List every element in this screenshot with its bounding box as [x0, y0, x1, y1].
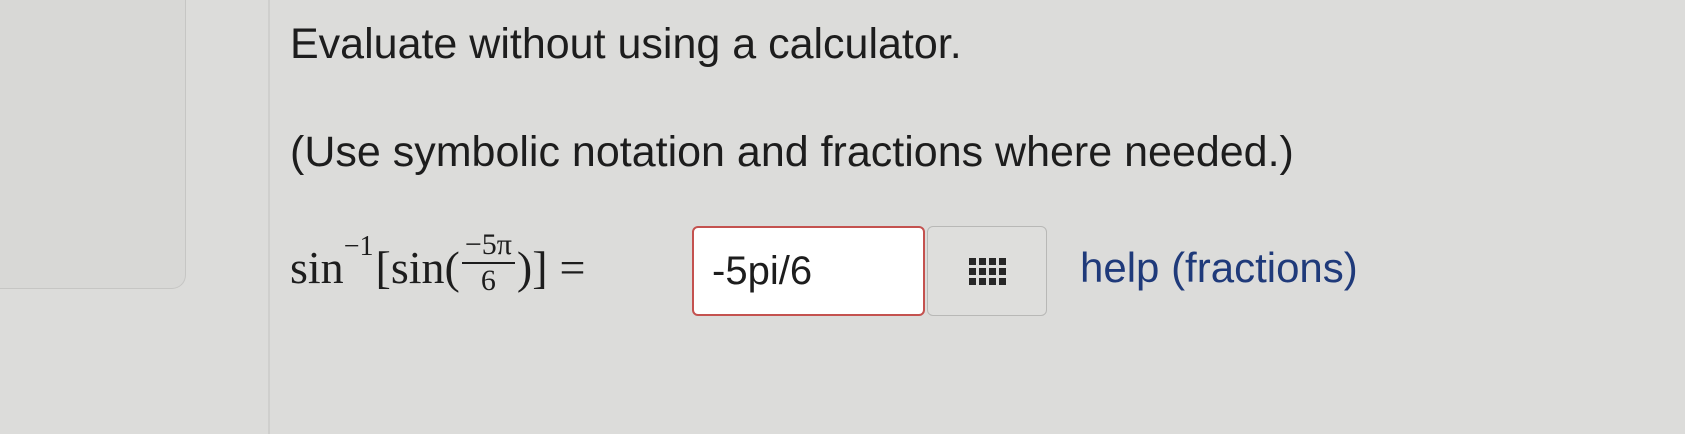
answer-input[interactable] — [692, 226, 925, 316]
open-bracket: [ — [375, 241, 391, 293]
left-sidebar-panel — [0, 0, 186, 289]
fraction-numerator: −5π — [461, 228, 515, 264]
hint-text: (Use symbolic notation and fractions whe… — [290, 128, 1294, 176]
fraction-denominator: 6 — [480, 264, 496, 297]
help-fractions-link[interactable]: help (fractions) — [1080, 244, 1358, 292]
outer-function: sin — [290, 241, 344, 293]
inner-function: sin( — [390, 241, 460, 293]
equation-row: sin −1 [ sin( −5π 6 )] = help (fractions… — [290, 222, 1670, 322]
grid-keypad-icon — [968, 257, 1006, 285]
math-palette-button[interactable] — [927, 226, 1047, 316]
panel-divider — [268, 0, 270, 434]
close-bracket: )] — [516, 241, 548, 293]
instruction-text: Evaluate without using a calculator. — [290, 20, 962, 68]
question-area: Evaluate without using a calculator. (Us… — [290, 0, 1670, 434]
equals-sign: = — [559, 241, 586, 293]
fraction: −5π 6 — [461, 228, 515, 298]
exponent: −1 — [343, 231, 374, 262]
math-expression: sin −1 [ sin( −5π 6 )] = — [290, 228, 599, 302]
